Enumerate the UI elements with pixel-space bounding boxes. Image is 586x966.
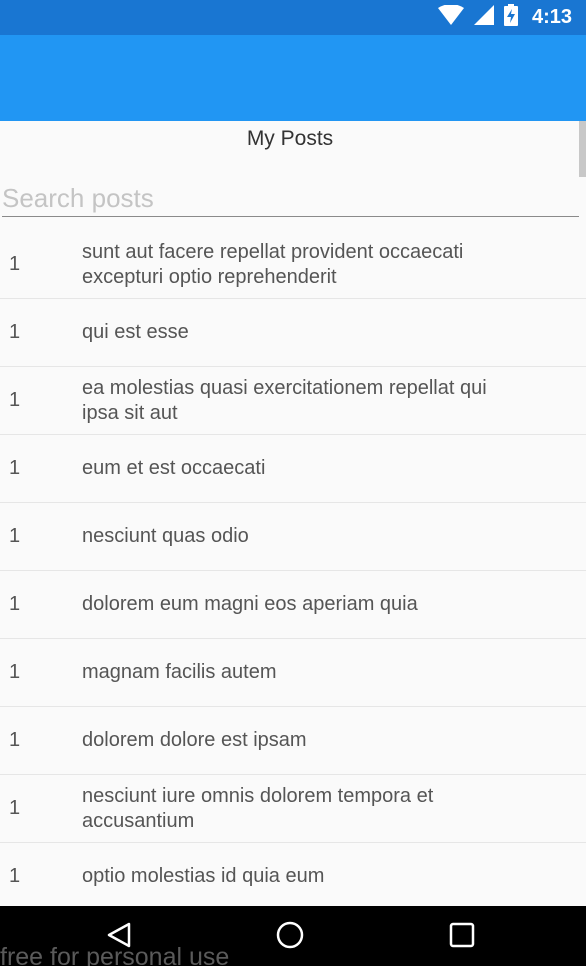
list-item[interactable]: 1 eum et est occaecati [0, 435, 586, 503]
page-title: My Posts [246, 127, 334, 150]
post-title: qui est esse [82, 321, 189, 343]
post-list: 1 sunt aut facere repellat provident occ… [0, 231, 586, 906]
status-bar: 4:13 [0, 0, 586, 35]
list-item[interactable]: 1 magnam facilis autem [0, 639, 586, 707]
post-title: magnam facilis autem [82, 661, 277, 683]
post-id: 1 [9, 797, 21, 819]
post-title: sunt aut facere repellat provident occae… [82, 240, 464, 288]
search-input[interactable] [2, 181, 579, 217]
signal-icon [473, 5, 494, 30]
post-id: 1 [9, 525, 21, 547]
post-id: 1 [9, 457, 21, 479]
post-title: eum et est occaecati [82, 457, 266, 479]
post-title: nesciunt quas odio [82, 525, 249, 547]
status-time: 4:13 [531, 6, 572, 28]
post-id: 1 [9, 389, 21, 411]
list-item[interactable]: 1 sunt aut facere repellat provident occ… [0, 231, 586, 299]
battery-charging-icon [503, 4, 518, 31]
list-item[interactable]: 1 nesciunt quas odio [0, 503, 586, 571]
recents-icon [449, 922, 475, 953]
post-title: ea molestias quasi exercitationem repell… [82, 376, 487, 424]
post-id: 1 [9, 729, 21, 751]
back-icon [105, 921, 133, 954]
list-item[interactable]: 1 dolorem dolore est ipsam [0, 707, 586, 775]
post-id: 1 [9, 661, 21, 683]
post-id: 1 [9, 321, 21, 343]
posts-screen: My Posts 1 sunt aut facere repellat prov… [0, 121, 586, 906]
post-title: optio molestias id quia eum [82, 865, 325, 887]
back-button[interactable] [102, 920, 136, 954]
home-button[interactable] [273, 920, 307, 954]
scroll-indicator[interactable] [579, 121, 586, 177]
home-icon [275, 920, 305, 955]
status-icons: 4:13 [437, 0, 572, 35]
post-id: 1 [9, 865, 21, 887]
post-title: dolorem eum magni eos aperiam quia [82, 593, 418, 615]
list-item[interactable]: 1 optio molestias id quia eum [0, 843, 586, 906]
recents-button[interactable] [445, 920, 479, 954]
list-item[interactable]: 1 dolorem eum magni eos aperiam quia [0, 571, 586, 639]
list-item[interactable]: 1 qui est esse [0, 299, 586, 367]
list-item[interactable]: 1 ea molestias quasi exercitationem repe… [0, 367, 586, 435]
list-item[interactable]: 1 nesciunt iure omnis dolorem tempora et… [0, 775, 586, 843]
post-title: nesciunt iure omnis dolorem tempora et a… [82, 784, 434, 832]
navigation-bar: free for personal use [0, 906, 586, 966]
post-id: 1 [9, 593, 21, 615]
wifi-icon [437, 4, 464, 30]
app-bar [0, 35, 586, 121]
post-id: 1 [9, 253, 21, 275]
post-title: dolorem dolore est ipsam [82, 729, 307, 751]
